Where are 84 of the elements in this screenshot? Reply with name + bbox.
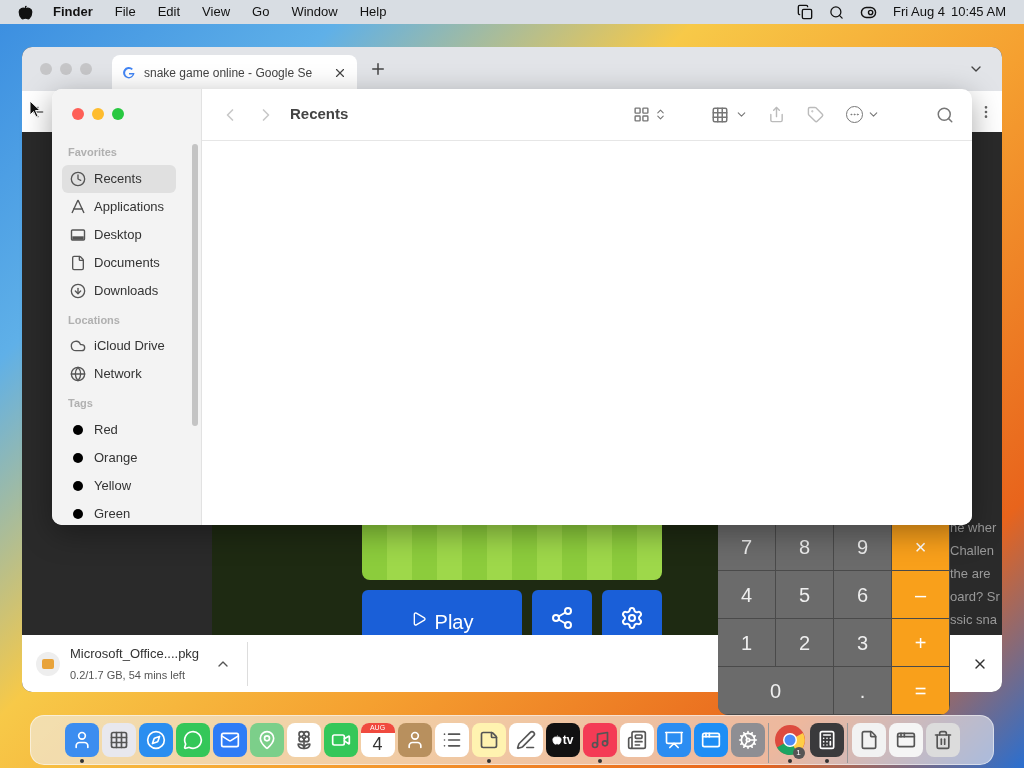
sidebar-item-label: Green bbox=[94, 504, 131, 523]
menu-item[interactable]: View bbox=[202, 2, 231, 22]
sidebar-item-label: Orange bbox=[94, 448, 138, 467]
calculator-key[interactable]: 6 bbox=[834, 571, 892, 619]
windows-icon[interactable] bbox=[797, 4, 814, 20]
menu-item[interactable]: File bbox=[114, 2, 136, 22]
menu-bar-date[interactable]: Fri Aug 4 bbox=[893, 2, 946, 22]
tab-title: snake game online - Google Se bbox=[144, 65, 313, 82]
sidebar-item-label: Red bbox=[94, 420, 118, 439]
sidebar-item[interactable]: iCloud Drive bbox=[62, 332, 176, 360]
calculator-key[interactable]: 0 bbox=[718, 667, 834, 715]
close-icon[interactable] bbox=[333, 66, 347, 80]
sidebar-item[interactable]: Network bbox=[62, 360, 176, 388]
download-icon bbox=[70, 282, 86, 299]
sidebar-item-label: Downloads bbox=[94, 281, 159, 300]
window-title: Recents bbox=[290, 104, 349, 125]
grid-view-icon[interactable] bbox=[633, 106, 650, 123]
document-icon bbox=[70, 254, 86, 271]
sidebar-item-label: iCloud Drive bbox=[94, 337, 165, 356]
menu-item[interactable]: Window bbox=[291, 2, 338, 22]
menu-item[interactable]: Edit bbox=[157, 2, 181, 22]
settings-icon bbox=[620, 606, 644, 630]
g-logo-icon bbox=[122, 66, 136, 80]
share-button[interactable] bbox=[532, 590, 592, 635]
text-line: ssic sna bbox=[949, 611, 998, 629]
sidebar-item-label: Recents bbox=[94, 169, 142, 188]
group-icon[interactable] bbox=[711, 105, 729, 124]
calculator-app-icon[interactable] bbox=[809, 723, 844, 763]
notepad-app-icon[interactable] bbox=[471, 723, 506, 763]
sidebar-item-label: Applications bbox=[94, 197, 165, 216]
sidebar-item[interactable]: Documents bbox=[62, 248, 176, 277]
settings-button[interactable] bbox=[602, 590, 662, 635]
menu-item[interactable]: Help bbox=[359, 2, 387, 22]
mouse-pointer-icon bbox=[29, 100, 41, 118]
calculator-key[interactable]: . bbox=[834, 667, 892, 715]
cloud-icon bbox=[70, 338, 86, 354]
menu-item[interactable]: Go bbox=[252, 2, 270, 22]
sidebar-item-label: Documents bbox=[94, 253, 160, 272]
calculator-key[interactable]: 7 bbox=[718, 523, 776, 571]
calculator-key[interactable]: 8 bbox=[776, 523, 834, 571]
up-down-chevron-icon[interactable] bbox=[654, 108, 667, 121]
calculator-key[interactable]: 9 bbox=[834, 523, 892, 571]
sidebar-item-label: Yellow bbox=[94, 476, 132, 495]
text-line: oard? Sr bbox=[949, 588, 1001, 606]
play-button[interactable]: Play bbox=[362, 590, 522, 635]
sidebar-section-heading: Locations bbox=[67, 312, 121, 328]
globe-icon bbox=[70, 366, 86, 382]
calendar-day: 4 bbox=[372, 733, 383, 755]
sidebar-item[interactable]: Red bbox=[62, 415, 176, 444]
scrollbar-thumb[interactable] bbox=[192, 144, 198, 426]
sidebar-item[interactable]: Recents bbox=[62, 164, 176, 193]
sidebar-item[interactable]: Downloads bbox=[62, 276, 176, 305]
menu-bar-time[interactable]: 10:45 AM bbox=[951, 2, 1006, 22]
music-note-app-icon[interactable] bbox=[582, 723, 617, 763]
calculator-key[interactable]: 2 bbox=[776, 619, 834, 667]
download-status: 0.2/1.7 GB, 54 mins left bbox=[70, 667, 186, 683]
browser-tab[interactable]: snake game online - Google Se bbox=[112, 55, 357, 91]
sidebar-item[interactable]: Green bbox=[62, 499, 176, 525]
sidebar-item[interactable]: Yellow bbox=[62, 471, 176, 500]
sidebar-item[interactable]: Applications bbox=[62, 192, 176, 221]
clock-icon bbox=[70, 170, 86, 187]
text-line: the are bbox=[949, 565, 992, 583]
apple-logo-icon bbox=[551, 735, 562, 745]
new-tab-icon[interactable] bbox=[369, 60, 387, 78]
sidebar-section-heading: Favorites bbox=[67, 145, 118, 160]
sidebar-item-label: Network bbox=[94, 365, 142, 384]
text-line: ne wher bbox=[949, 519, 998, 537]
app-menu[interactable]: Finder bbox=[53, 2, 93, 22]
sidebar-item-label: Desktop bbox=[94, 225, 142, 244]
calculator-key[interactable]: 1 bbox=[718, 619, 776, 667]
calculator-key[interactable]: 5 bbox=[776, 571, 834, 619]
apple-menu-icon[interactable] bbox=[18, 4, 33, 20]
sidebar-section-heading: Tags bbox=[67, 396, 94, 411]
calculator-key[interactable]: 4 bbox=[718, 571, 776, 619]
calculator-key[interactable]: 3 bbox=[834, 619, 892, 667]
sidebar-item[interactable]: Orange bbox=[62, 443, 176, 472]
text-line: Challen bbox=[949, 542, 996, 560]
share-icon bbox=[550, 606, 574, 630]
tv-label: tv bbox=[562, 732, 574, 749]
desktop-icon bbox=[70, 226, 86, 243]
sidebar-item[interactable]: Desktop bbox=[62, 220, 176, 249]
package-icon bbox=[42, 658, 54, 669]
search-icon[interactable] bbox=[829, 4, 845, 20]
download-file-name[interactable]: Microsoft_Office....pkg bbox=[70, 644, 200, 664]
